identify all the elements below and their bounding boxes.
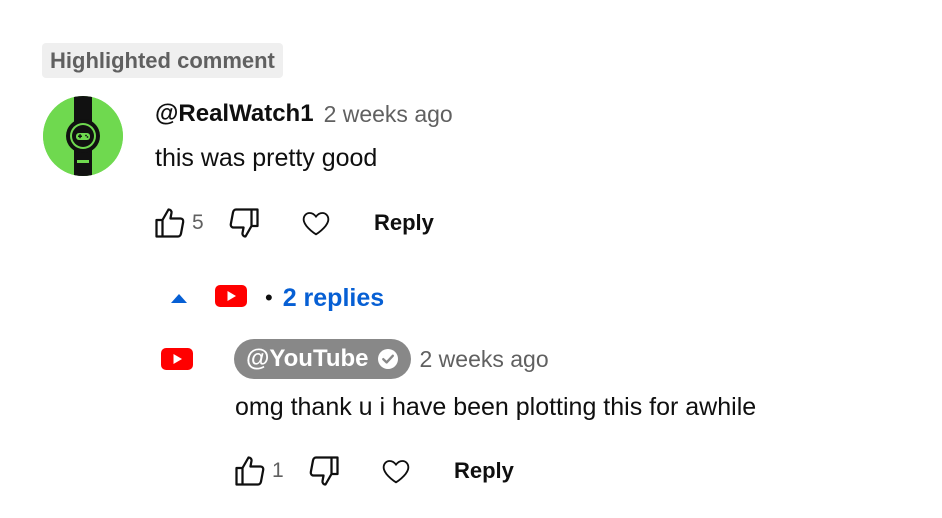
comment-author[interactable]: @RealWatch1 bbox=[155, 100, 314, 128]
thumbs-down-icon bbox=[229, 208, 259, 238]
reply-timestamp[interactable]: 2 weeks ago bbox=[420, 346, 549, 373]
youtube-logo-icon bbox=[161, 348, 193, 370]
comment-action-bar: 5 Reply bbox=[150, 201, 444, 245]
heart-icon bbox=[302, 212, 330, 236]
like-button[interactable] bbox=[150, 203, 190, 243]
reply-text: omg thank u i have been plotting this fo… bbox=[235, 393, 757, 421]
reply-author: @YouTube bbox=[246, 345, 369, 372]
comment-text: this was pretty good bbox=[155, 144, 378, 172]
thumbs-up-icon bbox=[155, 208, 185, 238]
dislike-button[interactable] bbox=[224, 203, 264, 243]
verified-check-icon bbox=[377, 348, 399, 370]
thumbs-down-icon bbox=[309, 456, 339, 486]
reply-header: @YouTube 2 weeks ago bbox=[234, 339, 549, 379]
like-count: 1 bbox=[272, 459, 284, 482]
replies-count-label[interactable]: 2 replies bbox=[283, 284, 384, 313]
heart-button[interactable] bbox=[376, 451, 416, 491]
comment-timestamp[interactable]: 2 weeks ago bbox=[324, 101, 453, 128]
gamepad-watch-icon bbox=[43, 96, 123, 176]
comment-header: @RealWatch1 2 weeks ago bbox=[155, 96, 453, 132]
highlighted-comment-badge: Highlighted comment bbox=[42, 43, 283, 78]
reply-avatar[interactable] bbox=[161, 348, 193, 375]
avatar[interactable] bbox=[43, 96, 123, 176]
heart-icon bbox=[382, 460, 410, 484]
heart-button[interactable] bbox=[296, 203, 336, 243]
youtube-logo-icon bbox=[215, 284, 247, 312]
like-count: 5 bbox=[192, 211, 204, 234]
channel-owner-chip[interactable]: @YouTube bbox=[234, 339, 411, 379]
reply-button[interactable]: Reply bbox=[444, 452, 524, 490]
thumbs-up-icon bbox=[235, 456, 265, 486]
reply-action-bar: 1 Reply bbox=[230, 449, 524, 493]
like-button[interactable] bbox=[230, 451, 270, 491]
chevron-up-icon bbox=[165, 284, 193, 312]
replies-toggle[interactable]: • 2 replies bbox=[165, 278, 384, 318]
separator-dot: • bbox=[265, 285, 273, 310]
dislike-button[interactable] bbox=[304, 451, 344, 491]
reply-button[interactable]: Reply bbox=[364, 204, 444, 242]
